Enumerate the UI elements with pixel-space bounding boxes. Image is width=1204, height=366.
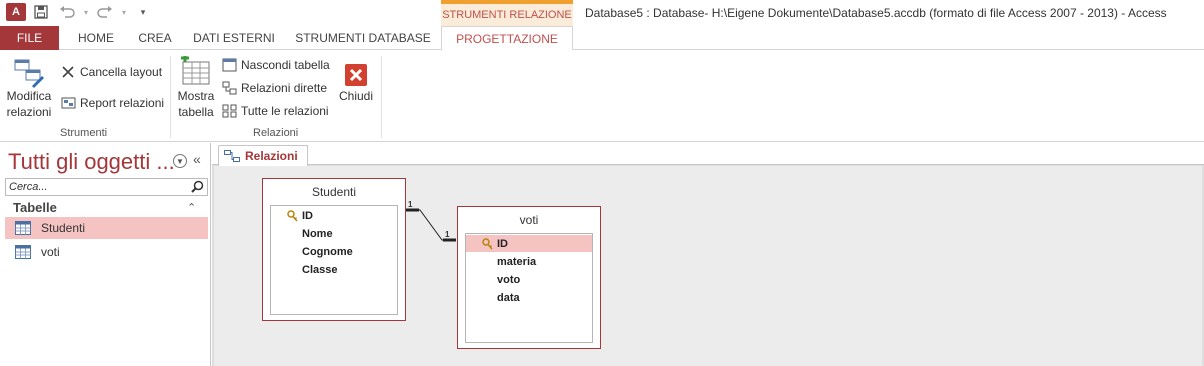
field-name: ID	[497, 237, 508, 250]
search-input[interactable]	[6, 179, 186, 195]
close-icon	[345, 64, 367, 86]
save-icon[interactable]	[30, 3, 52, 21]
modifica-relazioni-button[interactable]: Modifica relazioni	[4, 56, 54, 120]
primary-key-icon	[482, 237, 493, 250]
tab-dati-esterni[interactable]: DATI ESTERNI	[188, 26, 280, 50]
document-tab-relazioni[interactable]: Relazioni	[218, 145, 308, 166]
edit-relationships-icon	[14, 59, 44, 88]
access-app-icon[interactable]: A	[6, 3, 26, 21]
document-tab-label: Relazioni	[245, 149, 298, 163]
report-icon	[60, 95, 76, 111]
report-relazioni-button[interactable]: Report relazioni	[60, 95, 164, 111]
collapse-section-icon[interactable]: ⌃	[187, 201, 196, 214]
relazioni-dirette-label: Relazioni dirette	[241, 81, 328, 95]
redo-dropdown-icon[interactable]: ▾	[120, 3, 128, 21]
customize-qat-icon[interactable]: ▾	[132, 3, 154, 21]
field-name: ID	[302, 209, 313, 222]
relationships-icon	[224, 150, 240, 162]
field-name: voto	[497, 273, 521, 286]
quick-access-toolbar: A ▾ ▾ ▾	[6, 3, 154, 21]
search-icon[interactable]	[191, 180, 204, 196]
field-row[interactable]: Nome	[271, 225, 397, 242]
modifica-label-line1: Modifica	[6, 89, 52, 103]
tab-home[interactable]: HOME	[66, 26, 126, 50]
ribbon-tabs: FILE HOME CREA DATI ESTERNI STRUMENTI DA…	[0, 26, 1204, 51]
cancella-layout-button[interactable]: Cancella layout	[60, 64, 162, 80]
table-title: voti	[519, 213, 539, 227]
undo-icon[interactable]	[56, 3, 78, 21]
field-row[interactable]: data	[466, 289, 592, 306]
field-row[interactable]: Cognome	[271, 243, 397, 260]
table-icon	[15, 221, 31, 235]
nav-item-studenti[interactable]: Studenti	[5, 217, 208, 239]
collapse-pane-icon[interactable]: «	[193, 151, 201, 167]
chiudi-label: Chiudi	[338, 89, 374, 103]
table-icon	[15, 245, 31, 259]
nav-pane-title[interactable]: Tutti gli oggetti ...	[8, 149, 175, 175]
document-area: Relazioni 1 1 Studenti ID Nome Cognome C…	[212, 143, 1204, 366]
chiudi-button[interactable]: Chiudi	[336, 56, 376, 104]
field-row[interactable]: ID	[466, 235, 592, 252]
cancella-layout-label: Cancella layout	[80, 65, 163, 79]
relationship-left-cardinality: 1	[408, 200, 413, 209]
tab-progettazione[interactable]: PROGETTAZIONE	[441, 26, 573, 51]
tutte-le-relazioni-button[interactable]: Tutte le relazioni	[221, 103, 329, 119]
tab-strumenti-database[interactable]: STRUMENTI DATABASE	[290, 26, 436, 50]
nascondi-tabella-label: Nascondi tabella	[241, 58, 330, 72]
field-list[interactable]: ID materia voto data	[465, 233, 593, 343]
field-name: Classe	[302, 263, 338, 276]
field-row[interactable]: Classe	[271, 261, 397, 278]
nav-search-box	[5, 178, 208, 196]
group-label-relazioni: Relazioni	[253, 127, 299, 139]
nav-item-voti[interactable]: voti	[5, 241, 208, 263]
ribbon: Modifica relazioni Cancella layout Repor…	[0, 50, 1204, 142]
redo-icon[interactable]	[94, 3, 116, 21]
field-row[interactable]: voto	[466, 271, 592, 288]
mostra-label-line1: Mostra	[177, 89, 215, 103]
undo-dropdown-icon[interactable]: ▾	[82, 3, 90, 21]
all-relationships-icon	[221, 103, 237, 119]
tab-crea[interactable]: CREA	[130, 26, 180, 50]
show-table-icon	[181, 56, 210, 85]
table-studenti[interactable]: Studenti ID Nome Cognome Classe	[262, 178, 406, 321]
tutte-le-relazioni-label: Tutte le relazioni	[241, 104, 329, 118]
field-list[interactable]: ID Nome Cognome Classe	[270, 205, 398, 315]
table-voti[interactable]: voti ID materia voto data	[457, 206, 601, 349]
context-tab-group-label: STRUMENTI RELAZIONE	[441, 0, 573, 26]
title-bar: A ▾ ▾ ▾ STRUMENTI RELAZIONE Database5 : …	[0, 0, 1204, 26]
relationship-right-cardinality: 1	[445, 230, 450, 239]
hide-table-icon	[221, 57, 237, 73]
field-name: Cognome	[302, 245, 353, 258]
group-divider	[170, 56, 171, 138]
window-title: Database5 : Database- H:\Eigene Dokument…	[585, 6, 1167, 20]
close-x-icon	[60, 64, 76, 80]
field-row[interactable]: materia	[466, 253, 592, 270]
relazioni-dirette-button[interactable]: Relazioni dirette	[221, 80, 327, 96]
group-divider	[381, 56, 382, 138]
mostra-label-line2: tabella	[178, 105, 214, 119]
table-title: Studenti	[311, 185, 357, 199]
navigation-pane: Tutti gli oggetti ... ▼ « Tabelle ⌃ Stud…	[0, 143, 211, 366]
nascondi-tabella-button[interactable]: Nascondi tabella	[221, 57, 330, 73]
group-label-strumenti: Strumenti	[60, 127, 108, 139]
nav-item-label: Studenti	[41, 221, 86, 235]
document-tab-strip: Relazioni	[212, 143, 1204, 166]
primary-key-icon	[287, 209, 298, 222]
field-name: materia	[497, 255, 537, 268]
report-relazioni-label: Report relazioni	[80, 96, 165, 110]
field-row[interactable]: ID	[271, 207, 397, 224]
mostra-tabella-button[interactable]: Mostra tabella	[176, 56, 216, 120]
chevron-down-icon[interactable]: ▼	[173, 154, 187, 168]
section-header-tabelle[interactable]: Tabelle	[13, 200, 203, 215]
tab-file[interactable]: FILE	[0, 26, 59, 50]
direct-relationships-icon	[221, 80, 237, 96]
relationships-canvas[interactable]: 1 1 Studenti ID Nome Cognome Classe voti…	[214, 166, 1202, 366]
field-name: Nome	[302, 227, 333, 240]
modifica-label-line2: relazioni	[6, 105, 52, 119]
field-name: data	[497, 291, 520, 304]
nav-item-label: voti	[41, 245, 60, 259]
